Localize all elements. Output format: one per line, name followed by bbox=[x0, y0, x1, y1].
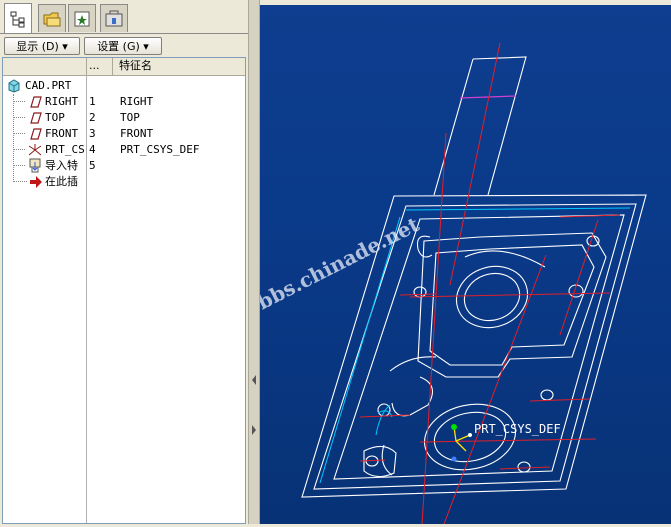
column-header: ... 特征名 bbox=[3, 58, 245, 76]
navigator-tabs bbox=[0, 0, 248, 34]
tree-item-label: 在此插 bbox=[45, 175, 78, 188]
model-tree-icon bbox=[10, 11, 25, 27]
tree-item-label: FRONT bbox=[45, 127, 79, 140]
number-column-header[interactable]: ... bbox=[87, 58, 113, 75]
feature-number: 2 bbox=[89, 111, 96, 124]
watermark: bbs.chinade.net bbox=[260, 212, 424, 315]
tab-model-tree[interactable] bbox=[4, 3, 32, 33]
settings-menu-button[interactable]: 设置 (G) ▾ bbox=[84, 37, 162, 55]
model-tree-panel: 显示 (D) ▾ 设置 (G) ▾ ... 特征名 CAD.PRT RIGHT … bbox=[0, 0, 249, 524]
part-icon bbox=[8, 79, 20, 93]
tree-item-label: PRT_CS bbox=[45, 143, 85, 156]
favorites-icon bbox=[74, 11, 90, 26]
panel-splitter[interactable] bbox=[249, 0, 260, 524]
feature-name: FRONT bbox=[120, 127, 154, 140]
feature-number: 4 bbox=[89, 143, 96, 156]
feature-number: 3 bbox=[89, 127, 96, 140]
tab-connections[interactable] bbox=[100, 4, 128, 32]
splitter-arrows-icon bbox=[252, 375, 256, 435]
csys-label: PRT_CSYS_DEF bbox=[474, 422, 561, 436]
datum-plane-icon bbox=[30, 112, 42, 124]
folder-icon bbox=[43, 12, 61, 26]
column-divider[interactable] bbox=[86, 75, 87, 523]
bar-edge bbox=[433, 58, 474, 196]
feature-number: 1 bbox=[89, 95, 96, 108]
tree-column-header[interactable] bbox=[3, 58, 87, 75]
feature-name: PRT_CSYS_DEF bbox=[120, 143, 200, 156]
feature-name: RIGHT bbox=[120, 95, 154, 108]
datum-plane-icon bbox=[30, 128, 42, 140]
plate-outline bbox=[301, 194, 647, 498]
feature-name: TOP bbox=[120, 111, 140, 124]
model-tree: ... 特征名 CAD.PRT RIGHT TOP FRONT PRT_CS 导… bbox=[2, 57, 246, 524]
feature-number: 5 bbox=[89, 159, 96, 172]
feature-name-column-header[interactable]: 特征名 bbox=[119, 58, 152, 75]
import-feature-icon bbox=[29, 158, 41, 173]
insert-here-arrow-icon bbox=[30, 176, 42, 188]
show-menu-button[interactable]: 显示 (D) ▾ bbox=[4, 37, 80, 55]
tree-item-label: RIGHT bbox=[45, 95, 79, 108]
datum-plane-icon bbox=[30, 96, 42, 108]
tree-item-label: 导入特 bbox=[45, 159, 78, 172]
bar-edge bbox=[472, 56, 527, 196]
coordinate-system-icon bbox=[28, 144, 42, 156]
tree-item-label: TOP bbox=[45, 111, 65, 124]
tab-folder-browser[interactable] bbox=[38, 4, 66, 32]
tab-favorites[interactable] bbox=[68, 4, 96, 32]
connections-icon bbox=[105, 10, 123, 26]
graphics-window[interactable]: PRT_CSYS_DEF bbs.chinade.net bbox=[260, 5, 671, 524]
tree-root-label: CAD.PRT bbox=[25, 79, 72, 92]
cad-model-drawing: PRT_CSYS_DEF bbs.chinade.net bbox=[260, 42, 647, 524]
